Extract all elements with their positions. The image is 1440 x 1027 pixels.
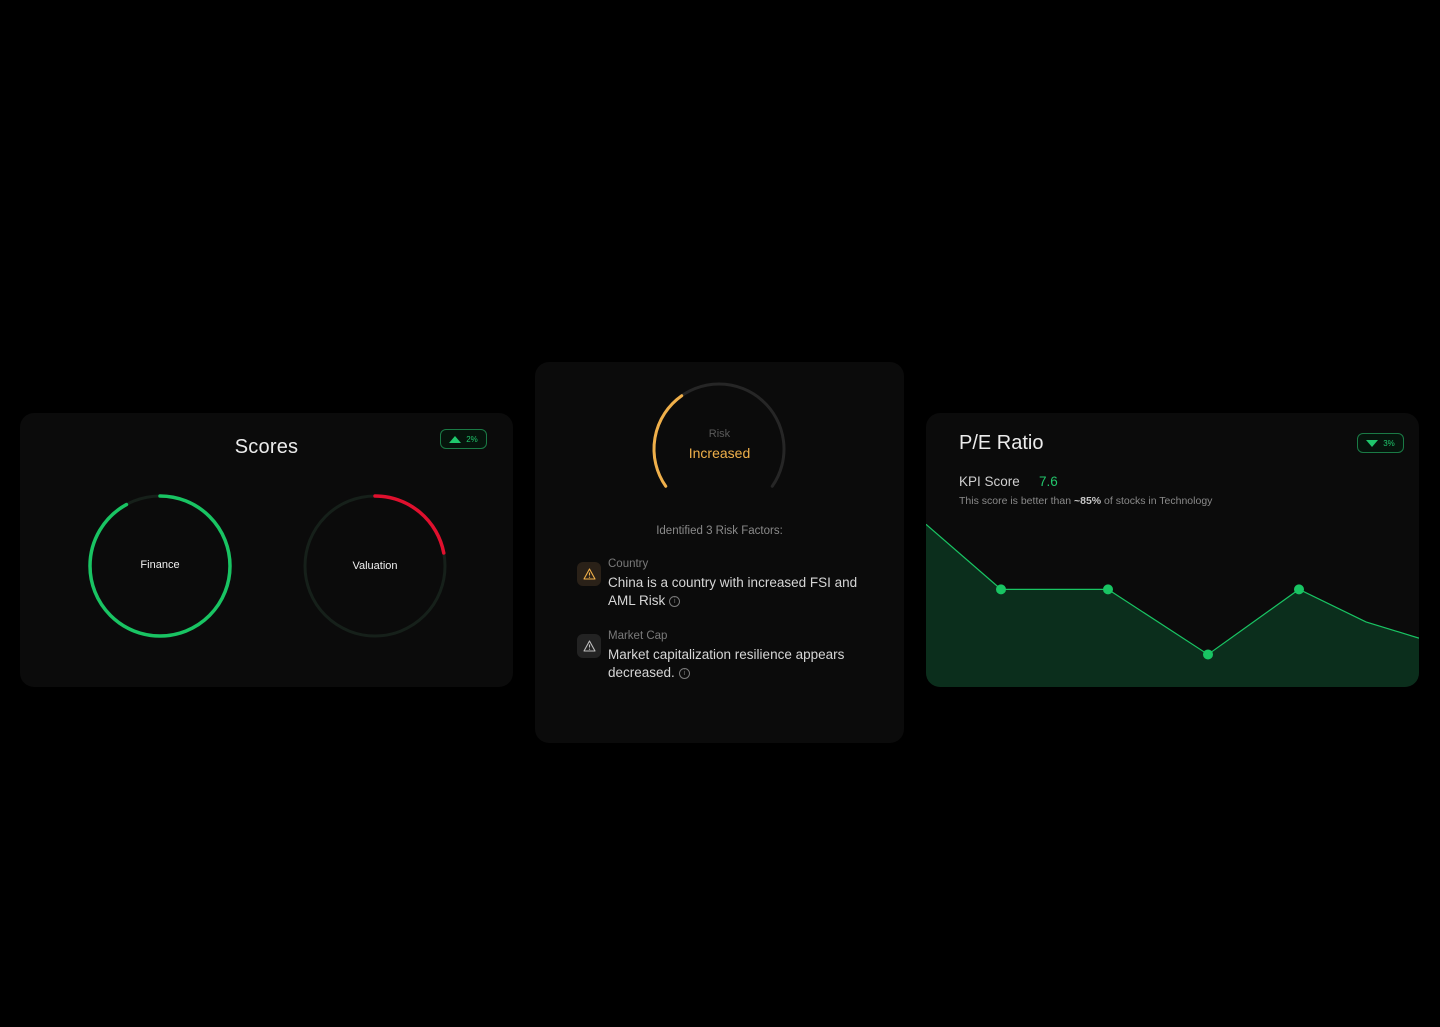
risk-factor-category: Market Cap [608,630,668,642]
kpi-note: This score is better than ~85% of stocks… [959,495,1212,507]
risk-card: Risk Increased Identified 3 Risk Factors… [535,362,904,743]
kpi-score-value: 7.6 [1039,474,1058,489]
risk-factor-market-cap: Market Cap Market capitalization resilie… [577,630,877,680]
risk-factor-category: Country [608,558,649,570]
pe-data-point[interactable] [1294,584,1304,595]
pe-data-point[interactable] [1103,584,1113,595]
pe-change-badge: 3% [1357,433,1404,453]
risk-gauge-arc [652,394,684,488]
pe-ratio-card: P/E Ratio 3% KPI Score 7.6 This score is… [926,413,1419,687]
finance-gauge-label: Finance [140,559,180,571]
risk-factor-description: China is a country with increased FSI an… [608,574,868,610]
kpi-note-highlight: ~85% [1073,495,1102,507]
arrow-down-icon [1366,439,1379,447]
risk-factor-description-text: Market capitalization resilience appears… [608,647,845,680]
info-icon[interactable]: i [678,668,690,679]
pe-data-point[interactable] [996,584,1006,595]
pe-area-fill [926,524,1419,687]
kpi-score-label: KPI Score [959,474,1020,489]
pe-ratio-title: P/E Ratio [959,432,1044,454]
scores-card: Scores 2% Finance Valuation [20,413,513,687]
pe-change-value: 3% [1383,438,1395,448]
valuation-gauge-label: Valuation [352,560,398,572]
warning-icon [577,562,601,586]
kpi-note-prefix: This score is better than [959,495,1074,507]
pe-data-point[interactable] [1203,649,1213,660]
risk-factor-description-text: China is a country with increased FSI an… [608,575,858,608]
risk-status: Increased [688,445,751,461]
kpi-note-suffix: of stocks in Technology [1101,495,1213,507]
warning-icon [577,634,601,658]
risk-factor-country: Country China is a country with increase… [577,558,877,608]
scores-gauges [88,494,447,638]
risk-factor-description: Market capitalization resilience appears… [608,646,868,682]
risk-label: Risk [708,428,731,440]
info-icon[interactable]: i [669,596,681,607]
risk-factors-heading: Identified 3 Risk Factors: [656,525,783,537]
